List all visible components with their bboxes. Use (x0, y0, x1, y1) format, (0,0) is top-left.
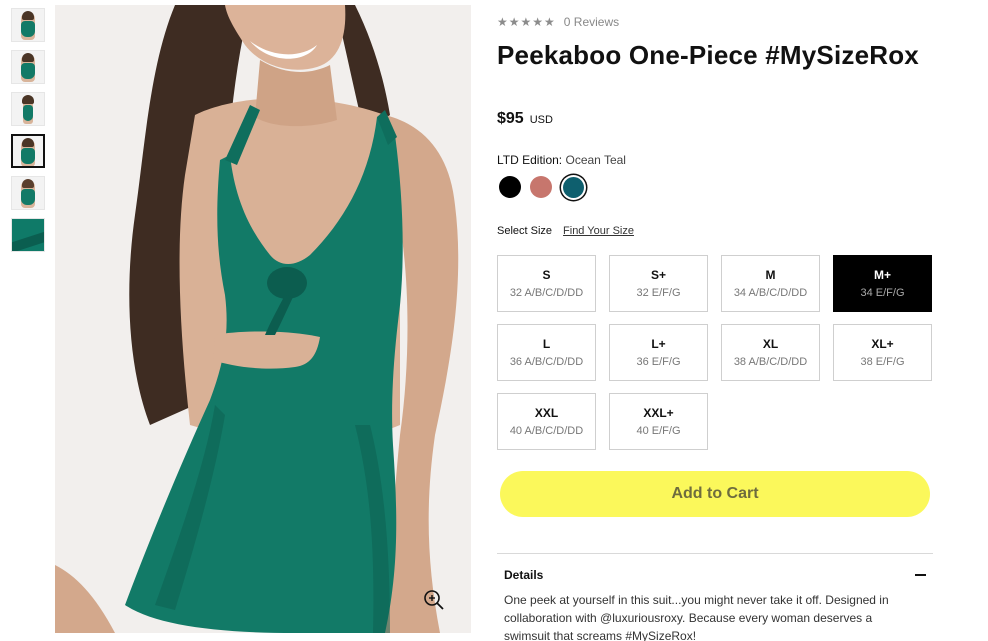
price: $95 USD (497, 110, 553, 128)
size-option-band: 38 E/F/G (860, 356, 905, 368)
details-description: One peek at yourself in this suit...you … (504, 593, 889, 641)
details-heading: Details (504, 568, 544, 582)
color-swatch-terracotta[interactable] (530, 176, 552, 198)
size-option-l[interactable]: L 36 A/B/C/D/DD (497, 324, 596, 381)
collapse-minus-icon[interactable] (915, 574, 926, 576)
thumbnail-1[interactable] (11, 8, 45, 42)
price-currency: USD (529, 114, 553, 126)
find-your-size-link[interactable]: Find Your Size (563, 225, 634, 237)
size-option-s[interactable]: S 32 A/B/C/D/DD (497, 255, 596, 312)
size-option-band: 40 E/F/G (636, 425, 681, 437)
size-option-m-plus[interactable]: M+ 34 E/F/G (833, 255, 932, 312)
size-header: Select Size Find Your Size (497, 225, 634, 237)
zoom-icon[interactable] (422, 588, 446, 612)
size-option-label: L (542, 337, 551, 351)
size-option-s-plus[interactable]: S+ 32 E/F/G (609, 255, 708, 312)
rating-row[interactable]: ★★★★★ 0 Reviews (497, 15, 619, 29)
size-option-band: 38 A/B/C/D/DD (733, 356, 808, 368)
color-label: LTD Edition: Ocean Teal (497, 153, 626, 167)
size-option-band: 36 A/B/C/D/DD (509, 356, 584, 368)
thumbnail-4-selected[interactable] (11, 134, 45, 168)
color-swatches (499, 176, 593, 198)
thumbnail-2[interactable] (11, 50, 45, 84)
size-option-band: 34 E/F/G (860, 287, 905, 299)
size-option-label: S+ (650, 268, 666, 282)
thumbnail-3[interactable] (11, 92, 45, 126)
thumbnail-5[interactable] (11, 176, 45, 210)
thumbnail-6[interactable] (11, 218, 45, 252)
thumbnail-list (11, 8, 47, 260)
size-grid: S 32 A/B/C/D/DD S+ 32 E/F/G M 34 A/B/C/D/DD M+… (497, 255, 933, 450)
size-option-l-plus[interactable]: L+ 36 E/F/G (609, 324, 708, 381)
color-value: Ocean Teal (565, 153, 626, 167)
size-option-band: 32 A/B/C/D/DD (509, 287, 584, 299)
size-option-label: M+ (873, 268, 891, 282)
add-to-cart-button[interactable]: Add to Cart (500, 471, 930, 517)
size-option-label: XL+ (871, 337, 894, 351)
size-option-xxl-plus[interactable]: XXL+ 40 E/F/G (609, 393, 708, 450)
size-option-label: XXL+ (643, 406, 674, 420)
size-label: Select Size (497, 225, 553, 237)
divider (497, 553, 933, 554)
color-label-prefix: LTD Edition: (497, 153, 563, 167)
color-swatch-ocean-teal[interactable] (563, 176, 584, 198)
size-option-band: 32 E/F/G (636, 287, 681, 299)
size-option-band: 34 A/B/C/D/DD (733, 287, 808, 299)
star-rating-icon: ★★★★★ (497, 15, 556, 29)
size-option-xl[interactable]: XL 38 A/B/C/D/DD (721, 324, 820, 381)
size-option-band: 40 A/B/C/D/DD (509, 425, 584, 437)
color-swatch-black[interactable] (499, 176, 521, 198)
model-illustration (55, 5, 471, 633)
size-option-label: XL (762, 337, 779, 351)
size-option-label: S (542, 268, 551, 282)
size-option-label: M (765, 268, 776, 282)
size-option-label: XXL (534, 406, 559, 420)
product-image (55, 5, 471, 633)
size-option-label: L+ (651, 337, 666, 351)
price-amount: $95 (497, 110, 524, 127)
size-option-band: 36 E/F/G (636, 356, 681, 368)
details-toggle[interactable]: Details (504, 568, 930, 582)
size-option-xl-plus[interactable]: XL+ 38 E/F/G (833, 324, 932, 381)
product-title: Peekaboo One-Piece #MySizeRox (497, 40, 919, 70)
review-count[interactable]: 0 Reviews (564, 15, 619, 29)
size-option-xxl[interactable]: XXL 40 A/B/C/D/DD (497, 393, 596, 450)
size-option-m[interactable]: M 34 A/B/C/D/DD (721, 255, 820, 312)
